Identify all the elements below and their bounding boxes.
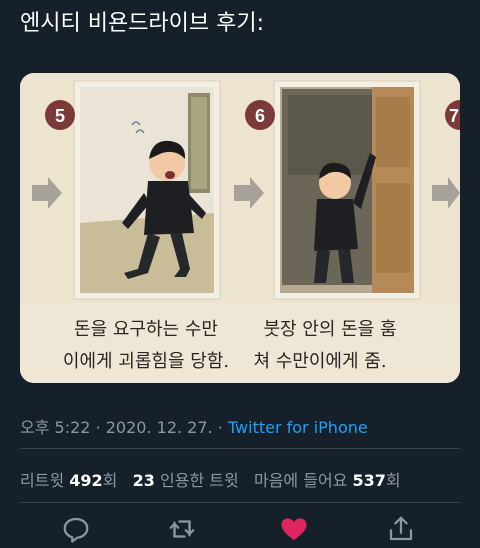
tweet-source-link[interactable]: Twitter for iPhone <box>228 418 368 437</box>
retweets-stat[interactable]: 리트윗 492회 <box>20 471 123 490</box>
divider <box>20 448 460 449</box>
likes-suffix: 회 <box>385 471 401 490</box>
reply-button[interactable] <box>61 514 91 544</box>
likes-count: 537 <box>352 471 386 490</box>
heart-icon <box>281 518 307 541</box>
tweet-text: 엔시티 비욘드라이브 후기: <box>20 11 265 36</box>
tweet-date: 2020. 12. 27. <box>105 418 213 437</box>
tweet-photo[interactable]: 5 6 7 돈을 요구하는 수만 이에게 괴롭힘을 당함. 붓장 안의 돈을 훔… <box>20 73 460 383</box>
quotes-label: 인용한 트윗 <box>160 471 239 490</box>
retweets-suffix: 회 <box>102 471 118 490</box>
like-button[interactable] <box>279 514 309 544</box>
meta-separator: · <box>217 418 223 437</box>
tweet-meta: 오후 5:22 · 2020. 12. 27. · Twitter for iP… <box>20 414 368 438</box>
retweets-count: 492 <box>69 471 103 490</box>
caption-5-line2: 이에게 괴롭힘을 당함. <box>63 351 229 372</box>
panel-number-5: 5 <box>55 106 65 126</box>
caption-6-line2: 쳐 수만이에게 줌. <box>253 351 386 372</box>
caption-6-line1: 붓장 안의 돈을 훔 <box>263 319 396 340</box>
divider <box>20 502 460 503</box>
tweet-stats: 리트윗 492회 23 인용한 트윗 마음에 들어요 537회 <box>20 467 401 491</box>
quotes-stat[interactable]: 23 인용한 트윗 <box>133 471 244 490</box>
panel-6 <box>273 80 421 300</box>
caption-5-line1: 돈을 요구하는 수만 <box>74 319 218 340</box>
retweet-icon <box>169 520 195 538</box>
comic-illustration: 5 6 7 돈을 요구하는 수만 이에게 괴롭힘을 당함. 붓장 안의 돈을 훔… <box>20 73 460 383</box>
panel-5 <box>73 80 221 300</box>
reply-icon <box>63 517 89 543</box>
quotes-count: 23 <box>132 471 155 490</box>
share-icon <box>389 516 413 541</box>
share-button[interactable] <box>386 514 416 544</box>
meta-separator: · <box>95 418 101 437</box>
likes-label: 마음에 들어요 <box>253 471 348 490</box>
likes-stat[interactable]: 마음에 들어요 537회 <box>254 471 401 490</box>
tweet-actions <box>0 508 480 548</box>
tweet-time: 오후 5:22 <box>20 418 91 437</box>
retweets-label: 리트윗 <box>20 471 65 490</box>
panel-number-7: 7 <box>449 106 459 126</box>
panel-number-6: 6 <box>255 106 265 126</box>
retweet-button[interactable] <box>167 514 197 544</box>
